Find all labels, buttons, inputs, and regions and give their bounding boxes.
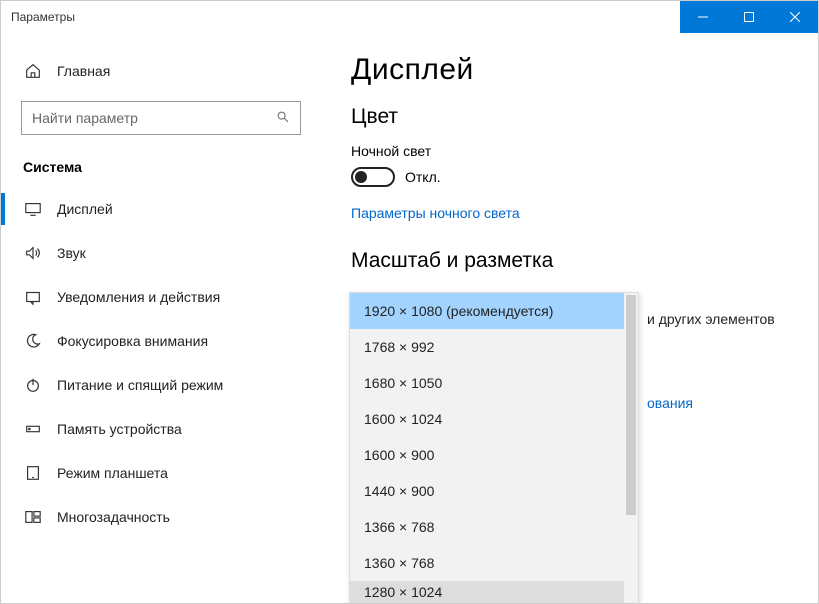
maximize-button[interactable]	[726, 1, 772, 33]
scrollbar-thumb[interactable]	[626, 295, 636, 515]
sidebar-item-label: Режим планшета	[57, 465, 168, 481]
sidebar-item-display[interactable]: Дисплей	[1, 187, 321, 231]
home-button[interactable]: Главная	[1, 53, 321, 89]
section-color: Цвет	[351, 105, 788, 129]
content-area: Дисплей Цвет Ночной свет Откл. Параметры…	[321, 33, 818, 603]
monitor-icon	[23, 199, 43, 219]
behind-link-fragment[interactable]: ования	[647, 395, 693, 411]
dropdown-option[interactable]: 1768 × 992	[350, 329, 638, 365]
dropdown-option[interactable]: 1360 × 768	[350, 545, 638, 581]
minimize-button[interactable]	[680, 1, 726, 33]
sidebar-item-multitasking[interactable]: Многозадачность	[1, 495, 321, 539]
sidebar-item-label: Питание и спящий режим	[57, 377, 223, 393]
dropdown-option[interactable]: 1440 × 900	[350, 473, 638, 509]
moon-icon	[23, 331, 43, 351]
dropdown-option[interactable]: 1280 × 1024	[350, 581, 638, 603]
titlebar: Параметры	[1, 1, 818, 33]
sidebar-item-label: Фокусировка внимания	[57, 333, 208, 349]
behind-text-fragment: и других элементов	[647, 311, 775, 327]
sidebar-item-storage[interactable]: Память устройства	[1, 407, 321, 451]
nightlight-label: Ночной свет	[351, 143, 788, 159]
storage-icon	[23, 419, 43, 439]
sidebar-item-notifications[interactable]: Уведомления и действия	[1, 275, 321, 319]
sidebar-item-focus[interactable]: Фокусировка внимания	[1, 319, 321, 363]
dropdown-option[interactable]: 1680 × 1050	[350, 365, 638, 401]
nightlight-settings-link[interactable]: Параметры ночного света	[351, 205, 520, 221]
sidebar-item-label: Память устройства	[57, 421, 182, 437]
home-icon	[23, 61, 43, 81]
window-title: Параметры	[11, 10, 75, 24]
dropdown-option[interactable]: 1366 × 768	[350, 509, 638, 545]
dropdown-option[interactable]: 1600 × 1024	[350, 401, 638, 437]
sidebar-item-power[interactable]: Питание и спящий режим	[1, 363, 321, 407]
sidebar-item-sound[interactable]: Звук	[1, 231, 321, 275]
nightlight-toggle[interactable]	[351, 167, 395, 187]
speaker-icon	[23, 243, 43, 263]
sidebar-item-label: Звук	[57, 245, 86, 261]
tablet-icon	[23, 463, 43, 483]
dropdown-option[interactable]: 1600 × 900	[350, 437, 638, 473]
sidebar-item-label: Уведомления и действия	[57, 289, 220, 305]
sidebar-item-label: Дисплей	[57, 201, 113, 217]
notification-icon	[23, 287, 43, 307]
close-button[interactable]	[772, 1, 818, 33]
search-placeholder: Найти параметр	[32, 110, 138, 126]
resolution-dropdown[interactable]: 1920 × 1080 (рекомендуется) 1768 × 992 1…	[349, 292, 639, 603]
sidebar-item-tablet[interactable]: Режим планшета	[1, 451, 321, 495]
power-icon	[23, 375, 43, 395]
page-title: Дисплей	[351, 53, 788, 87]
section-scale: Масштаб и разметка	[351, 249, 788, 273]
window-controls	[680, 1, 818, 33]
sidebar: Главная Найти параметр Система Дисплей З…	[1, 33, 321, 603]
toggle-knob	[355, 171, 367, 183]
multitask-icon	[23, 507, 43, 527]
dropdown-option[interactable]: 1920 × 1080 (рекомендуется)	[350, 293, 638, 329]
toggle-state-text: Откл.	[405, 169, 441, 185]
search-icon	[276, 110, 290, 127]
sidebar-item-label: Многозадачность	[57, 509, 170, 525]
category-heading: Система	[1, 153, 321, 187]
dropdown-scrollbar[interactable]	[624, 293, 638, 603]
search-input[interactable]: Найти параметр	[21, 101, 301, 135]
home-label: Главная	[57, 63, 110, 79]
